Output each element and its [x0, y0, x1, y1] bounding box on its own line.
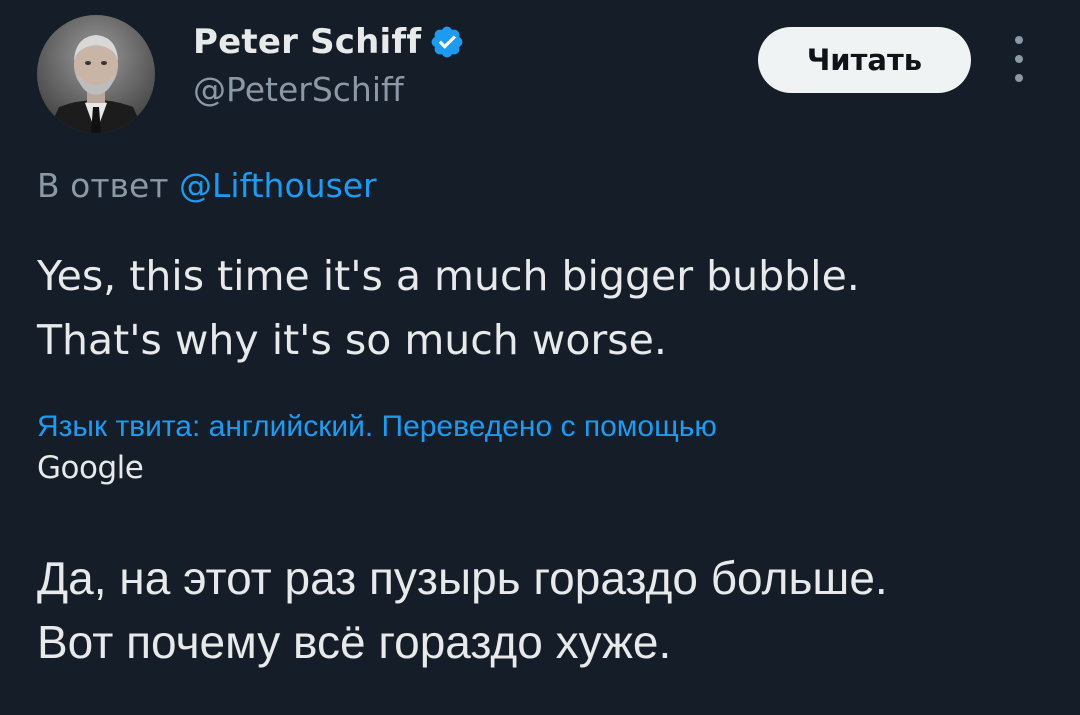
translated-text: Да, на этот раз пузырь гораздо больше. В…	[37, 546, 1067, 674]
more-dot	[1015, 74, 1023, 82]
reply-prefix: В ответ	[37, 166, 180, 205]
tweet-text-line: That's why it's so much worse.	[37, 316, 667, 364]
translation-note-link[interactable]: Язык твита: английский. Переведено с пом…	[37, 410, 717, 444]
avatar-photo	[37, 15, 155, 133]
translated-text-line: Вот почему всё гораздо хуже.	[37, 616, 672, 668]
author-display-name[interactable]: Peter Schiff	[193, 22, 421, 62]
tweet-text: Yes, this time it's a much bigger bubble…	[37, 244, 1057, 372]
follow-button[interactable]: Читать	[758, 27, 971, 93]
translated-text-line: Да, на этот раз пузырь гораздо больше.	[37, 552, 888, 604]
translation-provider: Google	[37, 450, 144, 486]
reply-context: В ответ @Lifthouser	[37, 166, 377, 205]
more-dot	[1015, 36, 1023, 44]
more-vertical-icon[interactable]	[1007, 36, 1031, 82]
more-dot	[1015, 55, 1023, 63]
tweet-text-line: Yes, this time it's a much bigger bubble…	[37, 252, 860, 300]
author-name-row[interactable]: Peter Schiff	[193, 20, 465, 64]
avatar[interactable]	[37, 15, 155, 133]
author-handle[interactable]: @PeterSchiff	[193, 70, 404, 109]
reply-mention-link[interactable]: @Lifthouser	[179, 166, 377, 205]
verified-badge-icon	[429, 24, 465, 60]
